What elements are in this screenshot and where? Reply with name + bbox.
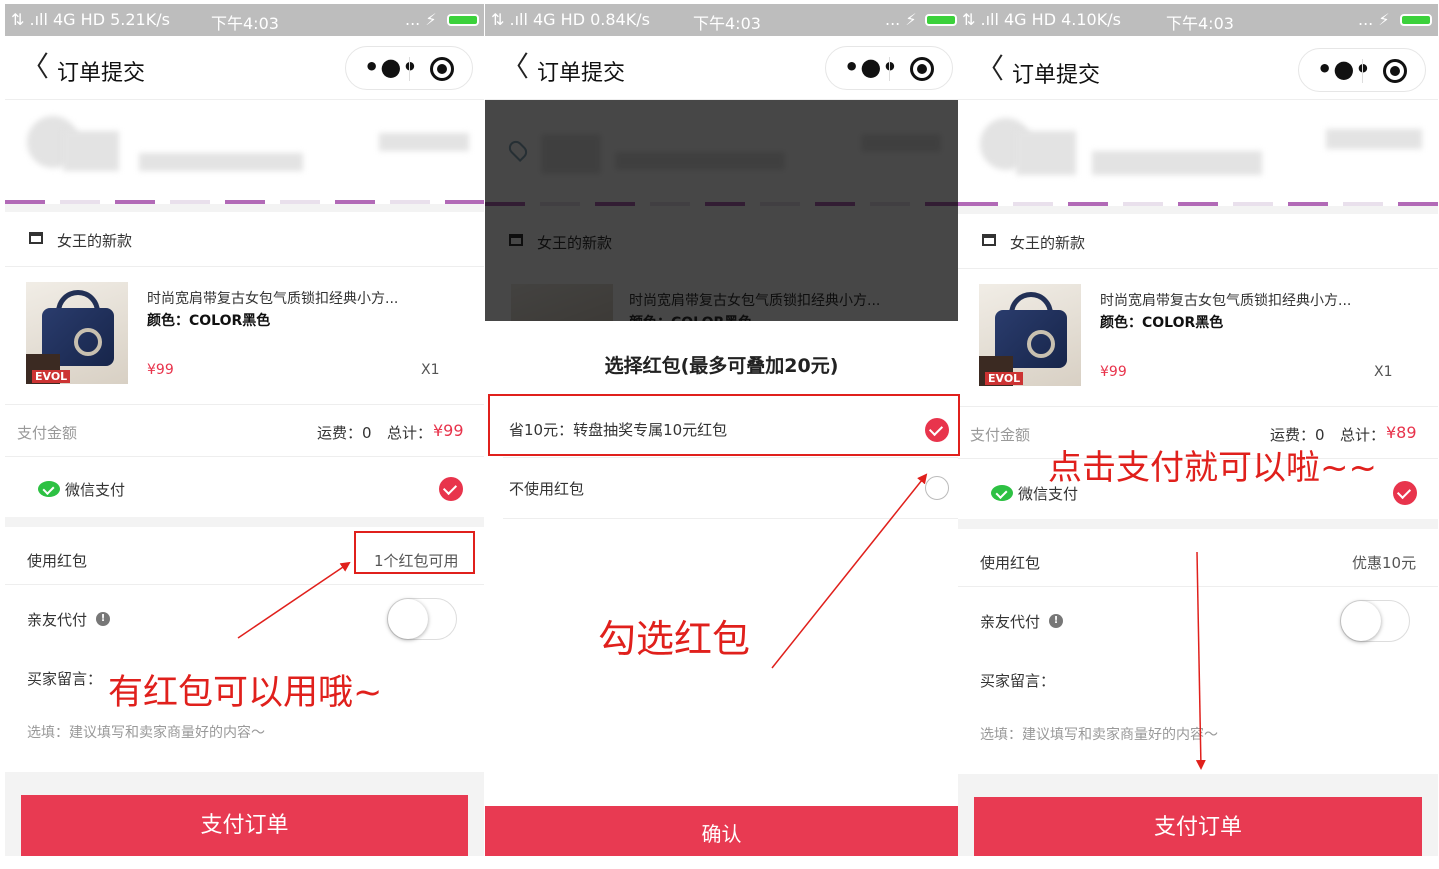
annotation-arrow-1 xyxy=(237,561,351,639)
annotation-arrow-3 xyxy=(1195,551,1206,770)
annotation-arrow-2 xyxy=(771,473,928,669)
annotation-arrows xyxy=(237,473,1206,770)
